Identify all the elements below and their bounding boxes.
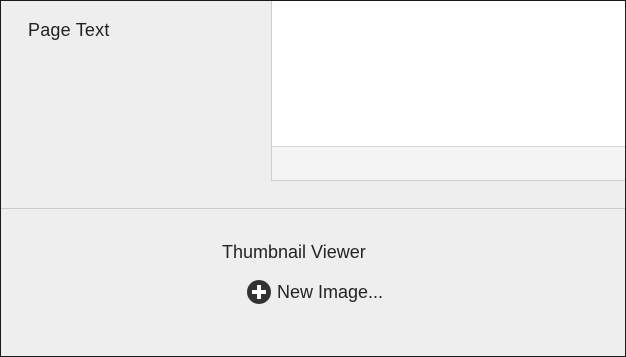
section-divider [1, 208, 625, 209]
new-image-button[interactable]: New Image... [247, 280, 383, 304]
thumbnail-viewer-label: Thumbnail Viewer [222, 242, 366, 262]
new-image-label[interactable]: New Image... [277, 282, 383, 303]
page-text-editor[interactable] [271, 1, 625, 181]
panel-frame: Page Text Thumbnail Viewer New Image... [0, 0, 626, 357]
plus-circle-icon[interactable] [247, 280, 271, 304]
page-text-label: Page Text [28, 20, 110, 40]
editor-status-bar [272, 146, 625, 180]
